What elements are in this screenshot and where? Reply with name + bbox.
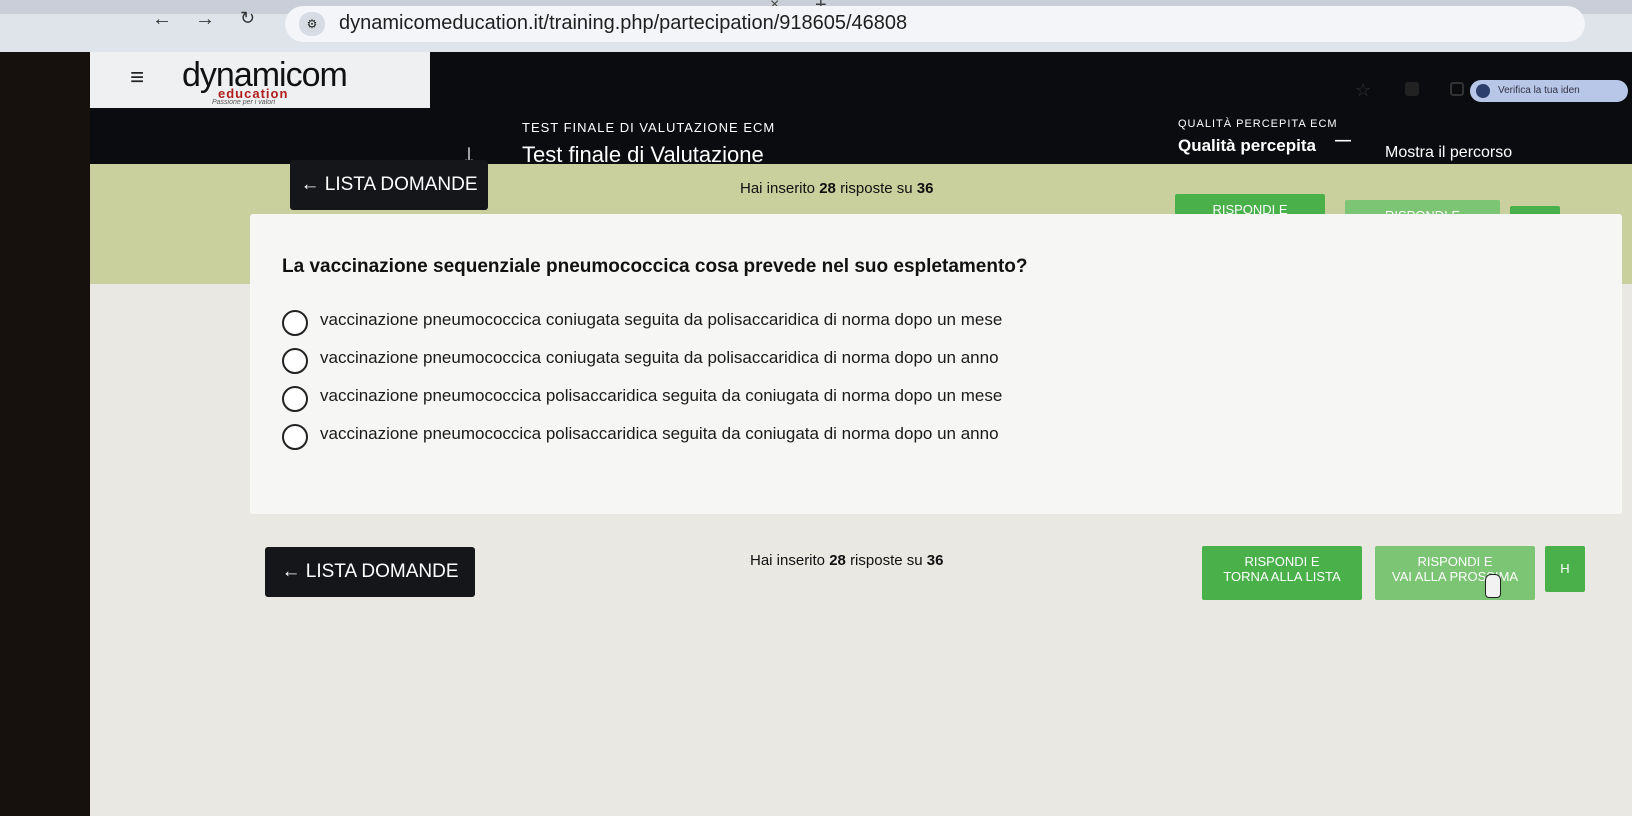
logo-area: ≡ dynamicom education Passione per i val… xyxy=(90,52,430,108)
step-quality-label: QUALITÀ PERCEPITA ECM xyxy=(1178,118,1338,130)
show-path-link[interactable]: Mostra il percorso xyxy=(1385,144,1512,162)
extension-icon[interactable] xyxy=(1405,82,1419,96)
profile-verify-button[interactable]: Verifica la tua iden xyxy=(1470,80,1628,102)
answer-option-label[interactable]: vaccinazione pneumococcica polisaccaridi… xyxy=(320,424,999,444)
back-to-list-button-bottom[interactable]: ← LISTA DOMANDE xyxy=(265,547,475,597)
page: ≡ dynamicom education Passione per i val… xyxy=(90,52,1632,816)
radio-button[interactable] xyxy=(282,348,308,374)
help-button-bottom[interactable]: H xyxy=(1545,546,1585,592)
question-text: La vaccinazione sequenziale pneumococcic… xyxy=(282,256,1028,277)
question-card: La vaccinazione sequenziale pneumococcic… xyxy=(250,214,1622,514)
step-quality-title[interactable]: Qualità percepita xyxy=(1178,136,1316,156)
logo-tagline: Passione per i valori xyxy=(212,99,276,106)
back-to-list-button[interactable]: ← LISTA DOMANDE xyxy=(290,160,488,210)
screen-bezel xyxy=(0,0,90,816)
answer-option-label[interactable]: vaccinazione pneumococcica coniugata seg… xyxy=(320,310,1002,330)
radio-button[interactable] xyxy=(282,386,308,412)
star-icon[interactable]: ☆ xyxy=(1355,80,1371,101)
answer-option-label[interactable]: vaccinazione pneumococcica polisaccaridi… xyxy=(320,386,1002,406)
browser-toolbar: × + ← → ↻ ⚙ dynamicomeducation.it/traini… xyxy=(0,0,1632,52)
answer-option-label[interactable]: vaccinazione pneumococcica coniugata seg… xyxy=(320,348,999,368)
radio-button[interactable] xyxy=(282,310,308,336)
step-test-label: TEST FINALE DI VALUTAZIONE ECM xyxy=(522,120,776,135)
answer-and-back-button-bottom[interactable]: RISPONDI E TORNA ALLA LISTA xyxy=(1202,546,1362,600)
answer-and-next-button-bottom[interactable]: RISPONDI E VAI ALLA PROSSIMA xyxy=(1375,546,1535,600)
forward-icon[interactable]: → xyxy=(195,8,215,31)
share-icon[interactable] xyxy=(1450,82,1464,96)
mouse-cursor-icon xyxy=(1485,574,1501,598)
address-bar[interactable]: ⚙ dynamicomeducation.it/training.php/par… xyxy=(285,6,1585,42)
menu-icon[interactable]: ≡ xyxy=(130,64,144,92)
arrow-left-icon: ← xyxy=(300,174,325,195)
step-separator: — xyxy=(1335,132,1351,149)
back-icon[interactable]: ← xyxy=(152,8,172,31)
answered-counter: Hai inserito 28 risposte su 36 xyxy=(740,180,934,197)
avatar xyxy=(1476,84,1490,98)
reload-icon[interactable]: ↻ xyxy=(240,8,255,29)
radio-button[interactable] xyxy=(282,424,308,450)
url-text[interactable]: dynamicomeducation.it/training.php/parte… xyxy=(339,12,907,35)
arrow-left-icon: ← xyxy=(281,561,306,582)
site-settings-icon[interactable]: ⚙ xyxy=(299,12,325,36)
answered-counter-bottom: Hai inserito 28 risposte su 36 xyxy=(750,552,944,569)
